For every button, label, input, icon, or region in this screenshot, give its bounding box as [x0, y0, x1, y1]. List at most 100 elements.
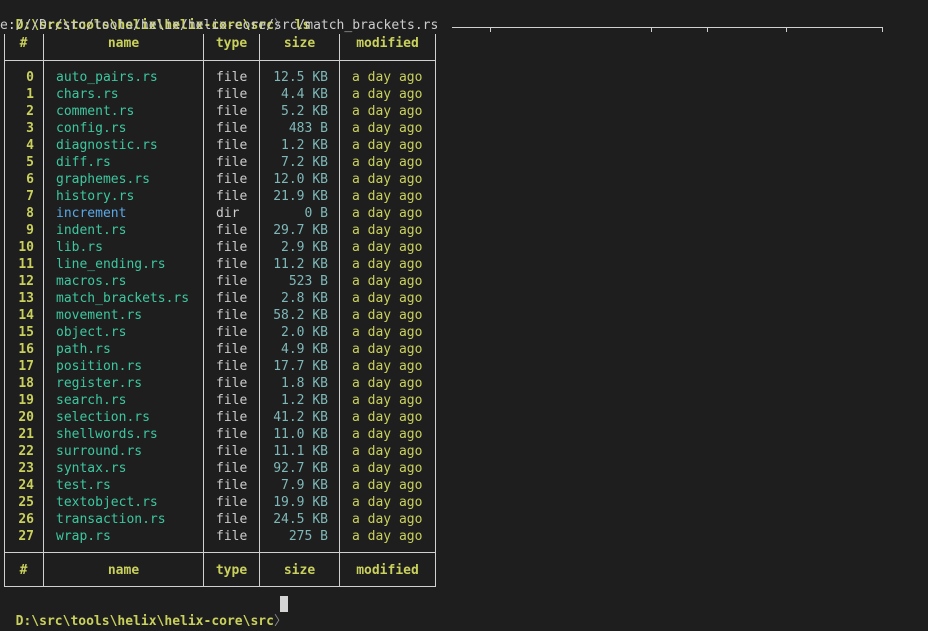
- row-index: 15: [18, 325, 34, 340]
- row-size: 523 B: [288, 274, 328, 289]
- row-type: file: [216, 70, 248, 85]
- row-size: 0 B: [304, 206, 328, 221]
- row-index: 6: [26, 172, 34, 187]
- row-name: shellwords.rs: [56, 427, 158, 442]
- row-index: 13: [18, 291, 34, 306]
- row-index: 3: [26, 121, 34, 136]
- row-name: indent.rs: [56, 223, 127, 238]
- row-size: 4.9 KB: [281, 342, 328, 357]
- row-type: file: [216, 104, 248, 119]
- row-size: 17.7 KB: [273, 359, 328, 374]
- footer-modified: modified: [356, 563, 419, 578]
- prompt-line-current[interactable]: D:\src\tools\helix\helix-core\src〉: [0, 596, 287, 629]
- row-name: graphemes.rs: [56, 172, 150, 187]
- footer-size: size: [283, 563, 316, 578]
- row-name: register.rs: [56, 376, 143, 391]
- row-type: file: [216, 444, 248, 459]
- row-modified: a day ago: [352, 291, 423, 306]
- row-size: 1.8 KB: [281, 376, 328, 391]
- row-type: file: [216, 376, 248, 391]
- header-modified: modified: [356, 36, 419, 51]
- row-modified: a day ago: [352, 257, 423, 272]
- row-name: config.rs: [56, 121, 127, 136]
- row-modified: a day ago: [352, 410, 423, 425]
- row-index: 12: [18, 274, 34, 289]
- row-type: file: [216, 478, 248, 493]
- row-index: 22: [18, 444, 34, 459]
- row-index: 8: [26, 206, 34, 221]
- row-size: 21.9 KB: [273, 189, 328, 204]
- row-size: 12.5 KB: [273, 70, 328, 85]
- row-modified: a day ago: [352, 155, 423, 170]
- row-size: 2.0 KB: [281, 325, 328, 340]
- row-name: textobject.rs: [56, 495, 158, 510]
- row-type: file: [216, 427, 248, 442]
- row-size: 11.0 KB: [273, 427, 328, 442]
- row-modified: a day ago: [352, 393, 423, 408]
- row-modified: a day ago: [352, 223, 423, 238]
- footer-name: name: [107, 563, 140, 578]
- row-index: 10: [18, 240, 34, 255]
- row-index: 16: [18, 342, 34, 357]
- row-index: 20: [18, 410, 34, 425]
- column-divider: [339, 34, 340, 586]
- row-name: macros.rs: [56, 274, 127, 289]
- row-type: file: [216, 461, 248, 476]
- table-top-tick: [490, 27, 491, 32]
- row-type: file: [216, 291, 248, 306]
- row-size: 29.7 KB: [273, 223, 328, 238]
- row-index: 7: [26, 189, 34, 204]
- row-index: 5: [26, 155, 34, 170]
- row-size: 1.2 KB: [281, 138, 328, 153]
- header-index: #: [19, 36, 28, 51]
- row-modified: a day ago: [352, 274, 423, 289]
- row-name: transaction.rs: [56, 512, 166, 527]
- table-top-tick: [651, 27, 652, 32]
- row-name: movement.rs: [56, 308, 143, 323]
- row-modified: a day ago: [352, 189, 423, 204]
- row-type: file: [216, 155, 248, 170]
- row-modified: a day ago: [352, 172, 423, 187]
- row-index: 26: [18, 512, 34, 527]
- header-type: type: [215, 36, 248, 51]
- row-name: history.rs: [56, 189, 135, 204]
- row-name: increment: [56, 206, 127, 221]
- row-size: 1.2 KB: [281, 393, 328, 408]
- row-size: 2.8 KB: [281, 291, 328, 306]
- row-modified: a day ago: [352, 308, 423, 323]
- row-index: 24: [18, 478, 34, 493]
- row-type: file: [216, 257, 248, 272]
- row-type: file: [216, 189, 248, 204]
- row-type: file: [216, 410, 248, 425]
- row-size: 19.9 KB: [273, 495, 328, 510]
- row-size: 24.5 KB: [273, 512, 328, 527]
- row-size: 7.9 KB: [281, 478, 328, 493]
- row-modified: a day ago: [352, 529, 423, 544]
- header-size: size: [283, 36, 316, 51]
- text-cursor[interactable]: [280, 596, 288, 612]
- row-name: object.rs: [56, 325, 127, 340]
- uri-line: e:///D:/src/tools/helix/helix-core/src/m…: [0, 18, 439, 33]
- row-type: file: [216, 359, 248, 374]
- row-name: line_ending.rs: [56, 257, 166, 272]
- row-size: 5.2 KB: [281, 104, 328, 119]
- column-divider: [203, 34, 204, 586]
- row-index: 4: [26, 138, 34, 153]
- row-name: wrap.rs: [56, 529, 111, 544]
- row-modified: a day ago: [352, 478, 423, 493]
- row-index: 18: [18, 376, 34, 391]
- row-size: 4.4 KB: [281, 87, 328, 102]
- table-top-tick: [707, 27, 708, 32]
- row-name: position.rs: [56, 359, 143, 374]
- row-index: 9: [26, 223, 34, 238]
- row-type: file: [216, 121, 248, 136]
- row-index: 25: [18, 495, 34, 510]
- row-modified: a day ago: [352, 359, 423, 374]
- row-modified: a day ago: [352, 70, 423, 85]
- row-index: 27: [18, 529, 34, 544]
- row-size: 58.2 KB: [273, 308, 328, 323]
- header-name: name: [107, 36, 140, 51]
- row-modified: a day ago: [352, 342, 423, 357]
- row-name: syntax.rs: [56, 461, 127, 476]
- row-index: 1: [26, 87, 34, 102]
